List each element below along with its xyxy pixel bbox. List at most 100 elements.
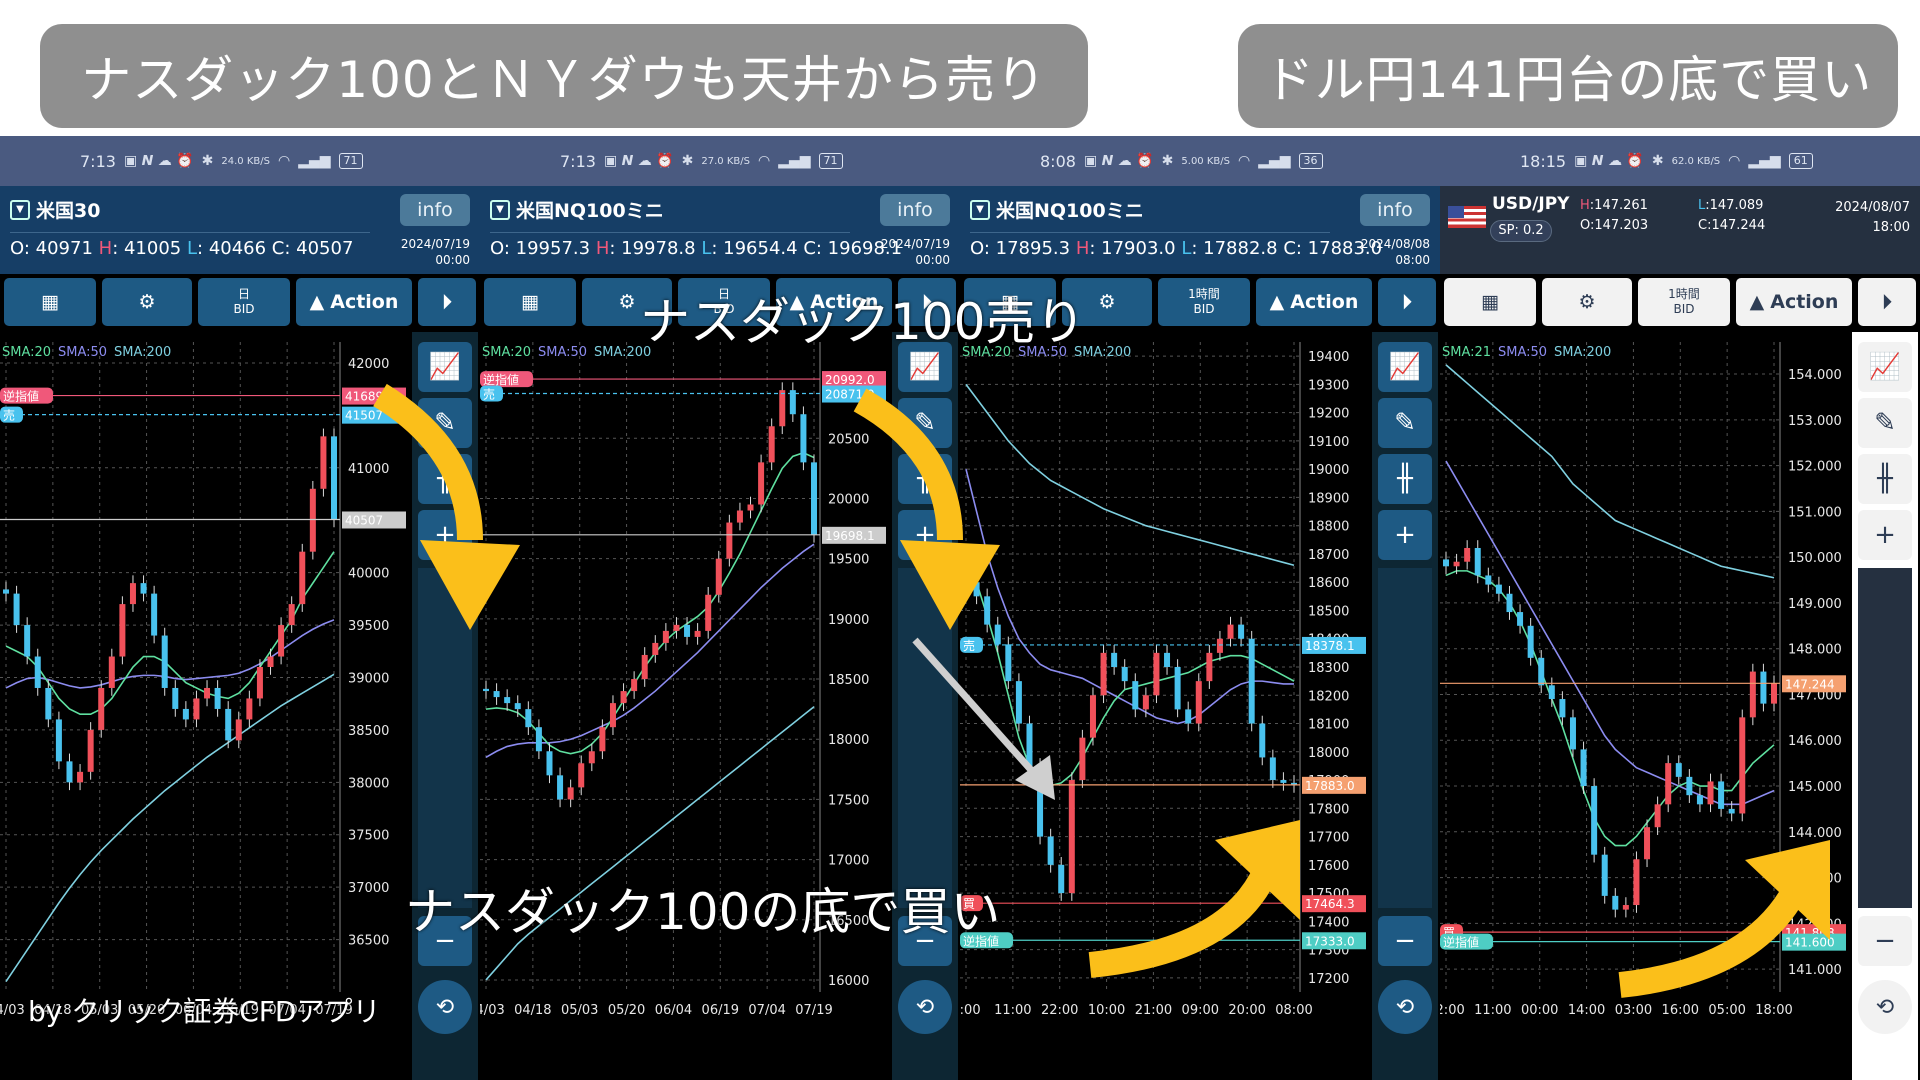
candle-body — [1696, 795, 1703, 805]
indicator-button[interactable]: 📈 — [418, 342, 472, 392]
instrument-header: ▼ 米国30 info O: 40971 H: 41005 L: 40466 C:… — [0, 186, 480, 274]
candle-body — [747, 504, 754, 511]
layout-button[interactable]: ▦ — [484, 278, 576, 326]
action-triangle-icon: ▲ — [1269, 291, 1285, 313]
candle-body — [1474, 547, 1481, 576]
rotate-screen-button[interactable]: ⟲ — [898, 980, 952, 1034]
candle-body — [1206, 652, 1213, 682]
zoom-slider-track[interactable] — [418, 568, 472, 908]
layout-button[interactable]: ▦ — [1444, 278, 1536, 326]
info-button[interactable]: info — [400, 194, 470, 226]
zoom-in-button[interactable]: + — [1378, 510, 1432, 560]
play-forward-button[interactable]: ⏵ — [1858, 278, 1916, 326]
zoom-out-button[interactable]: − — [1378, 916, 1432, 966]
symbol-selector[interactable]: ▼ 米国NQ100ミニ — [970, 196, 1144, 223]
candle-body — [1485, 575, 1492, 585]
zoom-slider-track[interactable] — [898, 568, 952, 908]
y-tick-label: 145.000 — [1788, 780, 1842, 795]
status-time: 7:13 — [560, 151, 596, 171]
settings-button[interactable]: ⚙ — [102, 278, 192, 326]
skip-forward-icon: ⏵ — [1402, 291, 1412, 313]
candle-type-button[interactable]: ╫ — [898, 454, 952, 504]
candle-body — [161, 635, 168, 688]
price-chart[interactable]: 36500 37000 37500 38000 38500 39000 39500 40000… — [0, 332, 410, 1022]
candle-type-button[interactable]: ╫ — [1858, 454, 1912, 504]
timeframe-button[interactable]: 1時間 BID — [1638, 278, 1730, 326]
y-tick-label: 38500 — [348, 724, 389, 739]
chart-toolbar: ▦ ⚙ 日 BID ▲ Action ⏵ — [0, 274, 480, 332]
symbol-selector[interactable]: ▼ 米国30 — [10, 196, 100, 223]
zoom-out-button[interactable]: − — [1858, 916, 1912, 966]
play-forward-button[interactable]: ⏵ — [1378, 278, 1436, 326]
price-chart[interactable]: 1720017300174001750017600177001780017900… — [960, 332, 1370, 1022]
candle-body — [984, 596, 991, 625]
candle-body — [768, 426, 775, 463]
candle-body — [1601, 854, 1608, 896]
layout-button[interactable]: ▦ — [4, 278, 96, 326]
rotate-screen-button[interactable]: ⟲ — [1378, 980, 1432, 1034]
candle-body — [246, 698, 253, 720]
candle-type-button[interactable]: ╫ — [418, 454, 472, 504]
draw-button[interactable]: ✎ — [1378, 398, 1432, 448]
order-tag-label: 売 — [3, 408, 15, 423]
draw-button[interactable]: ✎ — [1858, 398, 1912, 448]
y-tick-label: 18500 — [828, 673, 869, 688]
y-tick-label: 154.000 — [1788, 368, 1842, 383]
candle-body — [1026, 723, 1033, 766]
y-tick-label: 17400 — [1308, 915, 1349, 930]
low-readout: L:147.089 — [1698, 198, 1764, 213]
candle-body — [1079, 737, 1086, 781]
action-button[interactable]: ▲ Action — [1736, 278, 1852, 326]
x-tick-label: 16:00 — [1662, 1003, 1699, 1018]
price-chart[interactable]: 141.000142.000143.000144.000145.000146.0… — [1440, 332, 1850, 1022]
rotate-screen-button[interactable]: ⟲ — [418, 980, 472, 1034]
overlay-nasdaq-buy: ナスダック100の底で買い — [405, 883, 1001, 941]
candle-body — [1195, 681, 1202, 724]
candle-body — [1665, 763, 1672, 805]
zoom-slider-track[interactable] — [1858, 568, 1912, 908]
us-flag-icon — [1448, 206, 1486, 228]
candle-body — [1771, 683, 1777, 704]
battery-indicator: 71 — [818, 153, 843, 169]
net-speed: 62.0 KB/S — [1671, 155, 1721, 167]
x-tick-label: 06/04 — [655, 1003, 692, 1018]
zoom-in-button[interactable]: + — [1858, 510, 1912, 560]
zoom-slider-track[interactable] — [1378, 568, 1432, 908]
x-tick-label: 08:00 — [1275, 1003, 1312, 1018]
x-tick-label: 03:00 — [1615, 1003, 1652, 1018]
zoom-in-button[interactable]: + — [418, 510, 472, 560]
indicator-button[interactable]: 📈 — [1378, 342, 1432, 392]
side-toolbar: 📈 ✎ ╫ + − ⟲ — [1372, 332, 1438, 1080]
candlestick-icon: ╫ — [1397, 464, 1413, 494]
candle-body — [172, 687, 179, 709]
draw-button[interactable]: ✎ — [418, 398, 472, 448]
rotate-screen-button[interactable]: ⟲ — [1858, 980, 1912, 1034]
bluetooth-icon: ✱ — [201, 153, 214, 169]
candle-type-button[interactable]: ╫ — [1378, 454, 1432, 504]
action-button[interactable]: ▲ Action — [296, 278, 412, 326]
timeframe-button[interactable]: 1時間 BID — [1158, 278, 1250, 326]
net-speed: 27.0 KB/S — [701, 155, 750, 167]
play-forward-button[interactable]: ⏵ — [418, 278, 476, 326]
info-button[interactable]: info — [880, 194, 950, 226]
action-button[interactable]: ▲ Action — [1256, 278, 1372, 326]
legend-item: SMA:50 — [1498, 345, 1547, 360]
candle-body — [13, 593, 20, 626]
price-tag-value: 147.244 — [1785, 677, 1835, 691]
candle-body — [1068, 780, 1075, 894]
settings-button[interactable]: ⚙ — [1542, 278, 1632, 326]
wifi-icon: ◠ — [758, 153, 771, 169]
candle-body — [1527, 625, 1534, 658]
y-tick-label: 18300 — [1308, 661, 1349, 676]
info-button[interactable]: info — [1360, 194, 1430, 226]
indicator-button[interactable]: 📈 — [1858, 342, 1912, 392]
signal-icon: ▂▄▆ — [298, 153, 331, 169]
y-tick-label: 18200 — [1308, 689, 1349, 704]
x-tick-label: 05/03 — [561, 1003, 598, 1018]
draw-button[interactable]: ✎ — [898, 398, 952, 448]
symbol-selector[interactable]: ▼ 米国NQ100ミニ — [490, 196, 664, 223]
zoom-in-button[interactable]: + — [898, 510, 952, 560]
timeframe-button[interactable]: 日 BID — [198, 278, 290, 326]
candle-body — [193, 698, 200, 720]
rotate-device-icon: ⟲ — [1395, 994, 1415, 1020]
